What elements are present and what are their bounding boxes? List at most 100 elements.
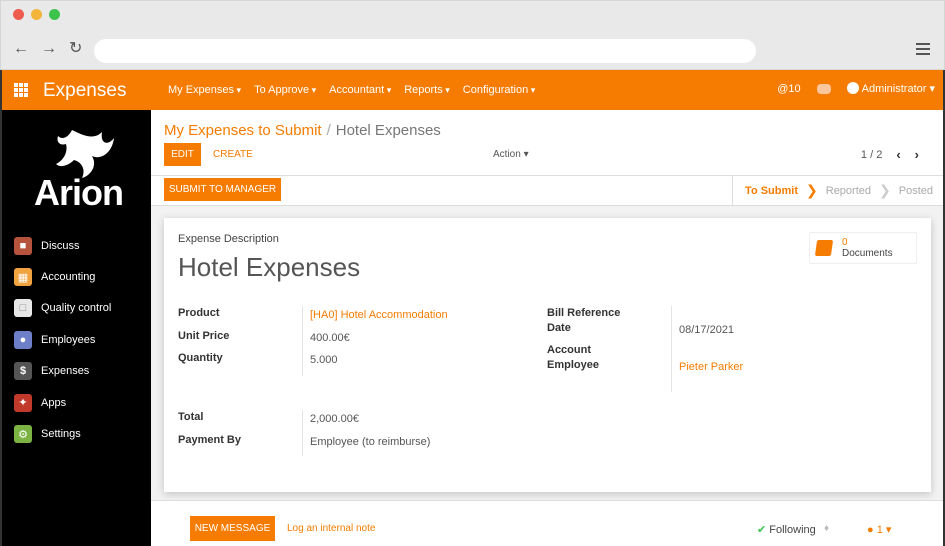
main-menu: My Expenses To Approve Accountant Report…	[168, 84, 535, 96]
edit-button[interactable]: EDIT	[164, 143, 201, 166]
user-area: @10 Administrator ▾	[777, 82, 935, 95]
chat-icon[interactable]	[816, 83, 831, 94]
address-bar[interactable]	[94, 39, 756, 63]
sidebar-item-discuss[interactable]: ■ Discuss	[14, 230, 111, 261]
logo-text: Arion	[34, 172, 124, 213]
action-dropdown[interactable]: Action ▾	[493, 149, 529, 160]
stage-to-submit[interactable]: To Submit	[745, 185, 798, 197]
stage-reported[interactable]: Reported	[826, 185, 871, 197]
total-label: Total	[178, 411, 204, 423]
documents-label: Documents	[842, 248, 893, 259]
app-navbar: Expenses My Expenses To Approve Accounta…	[0, 70, 945, 110]
sidebar-item-label: Apps	[41, 396, 67, 409]
menu-my-expenses[interactable]: My Expenses	[168, 84, 241, 96]
bell-icon[interactable]: ♦	[824, 523, 829, 534]
maximize-window-button[interactable]	[49, 9, 60, 20]
browser-nav: ← → ↻	[13, 41, 82, 57]
quantity-label: Quantity	[178, 352, 223, 364]
unit-price-field[interactable]: 400.00€	[310, 332, 350, 344]
documents-button[interactable]: 0 Documents	[809, 232, 917, 264]
apps-grid-icon[interactable]	[14, 83, 28, 97]
payment-by-field[interactable]: Employee (to reimburse)	[310, 436, 430, 448]
quality-icon: □	[14, 299, 32, 318]
documents-count: 0	[842, 237, 848, 248]
sidebar-item-quality-control[interactable]: □ Quality control	[14, 293, 111, 324]
pager: 1 / 2 ‹ ›	[861, 147, 919, 162]
forward-arrow-icon[interactable]: →	[41, 41, 57, 57]
expense-description-label: Expense Description	[178, 233, 279, 245]
product-field[interactable]: [HA0] Hotel Accommodation	[310, 309, 448, 321]
user-name: Administrator	[861, 83, 927, 95]
main-content: My Expenses to Submit / Hotel Expenses EDI…	[151, 110, 945, 546]
chevron-right-icon: ❯	[879, 182, 891, 198]
payment-by-label: Payment By	[178, 434, 241, 446]
breadcrumb-current: Hotel Expenses	[335, 122, 441, 139]
following-label: Following	[769, 524, 816, 536]
date-label: Date	[547, 322, 571, 334]
action-label: Action	[493, 149, 521, 160]
chat-icon: ■	[14, 236, 32, 255]
sidebar-item-settings[interactable]: ⚙ Settings	[14, 418, 111, 449]
sidebar-nav: ■ Discuss ▦ Accounting □ Quality control…	[14, 230, 111, 450]
submit-to-manager-button[interactable]: SUBMIT TO MANAGER	[164, 178, 281, 201]
sidebar-item-apps[interactable]: ✦ Apps	[14, 387, 111, 418]
chevron-right-icon[interactable]: ›	[915, 147, 919, 162]
total-field: 2,000.00€	[310, 413, 359, 425]
create-button[interactable]: CREATE	[213, 149, 253, 160]
chevron-right-icon: ❯	[806, 182, 818, 198]
sidebar-item-label: Settings	[41, 428, 81, 441]
log-note-link[interactable]: Log an internal note	[287, 523, 375, 534]
expense-title: Hotel Expenses	[178, 252, 361, 282]
book-icon	[814, 240, 834, 256]
sidebar: Arion ■ Discuss ▦ Accounting □ Quality c…	[0, 110, 151, 546]
dollar-icon: $	[14, 362, 32, 381]
employee-label: Employee	[547, 359, 599, 371]
employees-icon: ●	[14, 330, 32, 349]
account-label: Account	[547, 344, 591, 356]
minimize-window-button[interactable]	[31, 9, 42, 20]
sidebar-item-label: Employees	[41, 333, 96, 346]
pager-value: 1 / 2	[860, 148, 883, 161]
breadcrumb: My Expenses to Submit / Hotel Expenses	[164, 122, 441, 139]
date-field[interactable]: 08/17/2021	[679, 324, 734, 336]
sidebar-item-expenses[interactable]: $ Expenses	[14, 356, 111, 387]
sidebar-item-label: Discuss	[41, 239, 80, 252]
chevron-left-icon[interactable]: ‹	[896, 147, 900, 162]
product-label: Product	[178, 307, 220, 319]
reload-icon[interactable]: ↻	[69, 41, 82, 57]
back-arrow-icon[interactable]: ←	[13, 41, 29, 57]
sidebar-item-employees[interactable]: ● Employees	[14, 324, 111, 355]
unit-price-label: Unit Price	[178, 330, 230, 342]
user-menu[interactable]: Administrator ▾	[846, 82, 935, 95]
sidebar-item-accounting[interactable]: ▦ Accounting	[14, 261, 111, 292]
check-icon: ✔	[757, 524, 767, 536]
followers-button[interactable]: ● 1 ▾	[867, 523, 891, 536]
window-controls	[13, 9, 60, 20]
close-window-button[interactable]	[13, 9, 24, 20]
browser-menu-icon[interactable]	[916, 43, 930, 58]
following-toggle[interactable]: ✔ Following	[757, 523, 816, 536]
browser-chrome: ← → ↻	[0, 0, 945, 70]
sidebar-item-label: Accounting	[41, 271, 96, 284]
followers-count: 1	[876, 524, 883, 536]
menu-reports[interactable]: Reports	[404, 84, 450, 96]
user-avatar-icon	[846, 82, 859, 94]
apps-icon: ✦	[14, 393, 32, 412]
employee-field[interactable]: Pieter Parker	[679, 361, 743, 373]
expense-form-sheet: Expense Description Hotel Expenses 0 Doc…	[164, 218, 931, 492]
app-title: Expenses	[43, 80, 127, 101]
breadcrumb-parent-link[interactable]: My Expenses to Submit	[164, 122, 322, 139]
stage-posted[interactable]: Posted	[899, 185, 933, 197]
menu-accountant[interactable]: Accountant	[329, 84, 391, 96]
sidebar-item-label: Expenses	[41, 365, 90, 378]
menu-configuration[interactable]: Configuration	[463, 84, 535, 96]
quantity-field[interactable]: 5.000	[310, 354, 338, 366]
chatter-bar: NEW MESSAGE Log an internal note ✔ Follo…	[151, 500, 943, 546]
sidebar-item-label: Quality control	[41, 302, 112, 315]
activity-counter[interactable]: @10	[777, 83, 800, 95]
accounting-icon: ▦	[14, 268, 32, 287]
menu-to-approve[interactable]: To Approve	[254, 84, 316, 96]
new-message-button[interactable]: NEW MESSAGE	[190, 516, 275, 541]
status-bar: SUBMIT TO MANAGER To Submit ❯ Reported ❯…	[151, 176, 943, 205]
stage-indicator: To Submit ❯ Reported ❯ Posted	[732, 176, 933, 205]
